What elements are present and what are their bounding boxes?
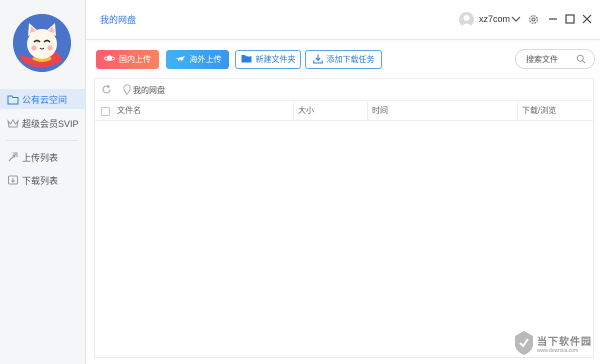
column-divider[interactable]: [367, 101, 368, 121]
airplane-icon: [174, 54, 190, 65]
overseas-upload-label: 海外上传: [189, 55, 222, 64]
breadcrumb: 我的网盘: [95, 79, 593, 101]
search-box[interactable]: [515, 49, 595, 69]
user-avatar[interactable]: [459, 12, 474, 27]
column-header-time[interactable]: 时间: [372, 101, 388, 121]
breadcrumb-root[interactable]: 我的网盘: [133, 85, 165, 96]
close-icon[interactable]: [580, 12, 594, 26]
new-folder-button[interactable]: 新建文件夹: [235, 50, 301, 69]
chevron-down-icon[interactable]: [509, 12, 523, 26]
select-all-checkbox[interactable]: [101, 107, 110, 116]
crown-icon: [7, 117, 19, 129]
tab-my-disk[interactable]: 我的网盘: [100, 13, 136, 26]
add-download-task-label: 添加下载任务: [326, 55, 375, 64]
gear-icon[interactable]: [526, 12, 540, 26]
column-header-filename[interactable]: 文件名: [117, 101, 141, 121]
domestic-upload-label: 国内上传: [119, 55, 151, 64]
planet-icon: [104, 54, 119, 65]
add-download-task-button[interactable]: 添加下载任务: [305, 50, 382, 69]
sidebar-item-upload-list[interactable]: 上传列表: [0, 147, 86, 167]
new-folder-icon: [241, 54, 256, 65]
new-folder-label: 新建文件夹: [255, 55, 296, 64]
download-icon: [7, 174, 19, 186]
folder-icon: [7, 93, 19, 105]
sidebar-item-label: 公有云空间: [22, 94, 68, 105]
watermark-url: www.downxia.com: [537, 348, 579, 354]
overseas-upload-button[interactable]: 海外上传: [166, 50, 229, 69]
download-tray-icon: [312, 54, 327, 66]
username[interactable]: xz7com: [479, 14, 510, 24]
column-header-size[interactable]: 大小: [298, 101, 314, 121]
watermark-text: 当下软件园: [537, 337, 592, 348]
table-header: 文件名 大小 时间 下载/浏览: [95, 101, 593, 121]
search-input[interactable]: [526, 53, 576, 65]
sidebar-item-download-list[interactable]: 下载列表: [0, 170, 86, 190]
refresh-icon[interactable]: [101, 84, 112, 97]
sidebar-item-label: 上传列表: [22, 152, 59, 163]
sidebar-item-public-cloud[interactable]: 公有云空间: [0, 89, 86, 109]
minimize-icon[interactable]: [546, 12, 560, 26]
sidebar-item-svip[interactable]: 超级会员SVIP: [0, 113, 86, 133]
upload-rocket-icon: [7, 151, 19, 163]
top-bar: 我的网盘 xz7com: [86, 0, 600, 40]
column-divider[interactable]: [293, 101, 294, 121]
column-divider[interactable]: [517, 101, 518, 121]
domestic-upload-button[interactable]: 国内上传: [96, 50, 159, 69]
search-icon[interactable]: [576, 54, 586, 66]
column-header-download-browse[interactable]: 下载/浏览: [522, 101, 556, 121]
sidebar-divider: [6, 140, 78, 141]
sidebar-item-label: 超级会员SVIP: [22, 118, 79, 129]
location-pin-icon: [123, 84, 131, 97]
sidebar: 公有云空间 超级会员SVIP 上传列表 下载列表: [0, 0, 86, 364]
file-panel: 我的网盘 文件名 大小 时间 下载/浏览: [94, 78, 594, 358]
maximize-icon[interactable]: [563, 12, 577, 26]
sidebar-item-label: 下载列表: [22, 175, 59, 186]
app-logo-cat-avatar: [13, 14, 71, 72]
